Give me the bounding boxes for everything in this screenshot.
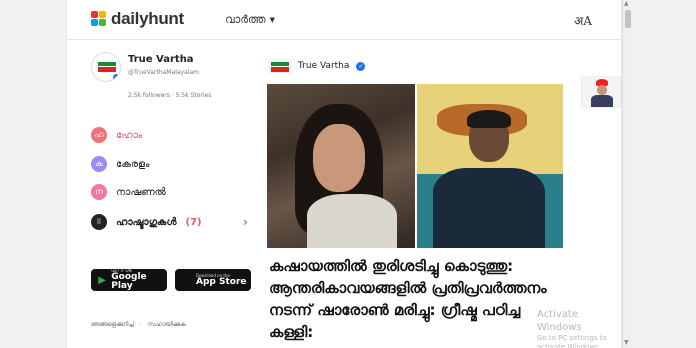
hashtags-icon: ⠿ <box>91 214 107 230</box>
windows-activation-watermark: Activate Windows Go to PC settings to ac… <box>537 309 607 348</box>
article-source[interactable]: True Vartha ✓ <box>269 59 366 73</box>
section-dropdown-label: വാർത്ത <box>225 13 266 26</box>
dailyhunt-logo[interactable]: dailyhunt <box>91 9 184 29</box>
footer-links: ഞങ്ങളെക്കുറിച്ച് · സഹായിക്കുക <box>91 321 186 329</box>
source-avatar[interactable] <box>91 52 121 82</box>
transliterate-icon[interactable]: अA <box>571 10 595 32</box>
source-logo <box>269 59 291 73</box>
app-store-badges: ▶ GET IT ON Google Play Download on the … <box>91 269 251 291</box>
browser-viewport: dailyhunt വാർത്ത ▼ अA True Vartha @TrueV… <box>0 0 696 348</box>
national-icon: ന <box>91 184 107 200</box>
app-store-button[interactable]: Download on the App Store <box>175 269 251 291</box>
sidebar-item-label: കേരളം <box>116 158 150 170</box>
sidebar-item-label: ഹോം <box>116 129 143 141</box>
scroll-down-icon[interactable]: ▼ <box>624 339 629 346</box>
article-source-name: True Vartha <box>298 61 350 71</box>
article-title[interactable]: കഷായത്തിൽ തുരിശടിച്ചു കൊടുത്തു: ആന്തരികാ… <box>269 255 569 343</box>
source-stats: 2.5k followers · 5.5k Stories <box>128 92 212 99</box>
logo-text: dailyhunt <box>111 9 184 28</box>
help-link[interactable]: സഹായിക്കുക <box>148 321 186 329</box>
home-icon: ഹ <box>91 127 107 143</box>
stories-count: 5.5k Stories <box>175 92 212 99</box>
article-photo-woman <box>267 84 415 248</box>
verified-icon <box>112 73 120 81</box>
kerala-icon: ക <box>91 156 107 172</box>
google-play-icon: ▶ <box>98 274 106 286</box>
vertical-scrollbar[interactable]: ▲ ▼ <box>622 0 632 348</box>
sidebar-item-kerala[interactable]: ക കേരളം <box>91 154 149 174</box>
top-header: dailyhunt വാർത്ത ▼ अA <box>67 0 621 40</box>
ad-thumbnail[interactable] <box>581 76 621 108</box>
dailyhunt-logo-icon <box>91 11 107 27</box>
sidebar-item-home[interactable]: ഹ ഹോം <box>91 125 142 145</box>
scroll-up-icon[interactable]: ▲ <box>624 0 629 7</box>
source-handle: @TrueVarthaMalayalam <box>128 69 199 76</box>
caret-down-icon: ▼ <box>269 16 275 24</box>
page-content: dailyhunt വാർത്ത ▼ अA True Vartha @TrueV… <box>66 0 622 348</box>
followers-count: 2.5k followers <box>128 92 170 99</box>
scrollbar-thumb[interactable] <box>625 10 631 28</box>
sidebar-item-label: ഹാഷ്ടാഗുകൾ <box>116 216 177 228</box>
sidebar-item-hashtags[interactable]: ⠿ ഹാഷ്ടാഗുകൾ (7) › <box>91 212 261 232</box>
google-play-button[interactable]: ▶ GET IT ON Google Play <box>91 269 167 291</box>
verified-icon: ✓ <box>356 61 366 71</box>
sidebar-item-national[interactable]: ന നാഷണൽ <box>91 182 166 202</box>
chevron-right-icon: › <box>243 215 248 229</box>
hashtags-count: (7) <box>185 216 202 228</box>
about-link[interactable]: ഞങ്ങളെക്കുറിച്ച് <box>91 321 134 329</box>
article-photo-man <box>417 84 563 248</box>
section-dropdown[interactable]: വാർത്ത ▼ <box>225 13 275 27</box>
sidebar-item-label: നാഷണൽ <box>116 186 166 198</box>
source-name[interactable]: True Vartha <box>128 54 194 65</box>
article-image[interactable] <box>267 84 563 248</box>
